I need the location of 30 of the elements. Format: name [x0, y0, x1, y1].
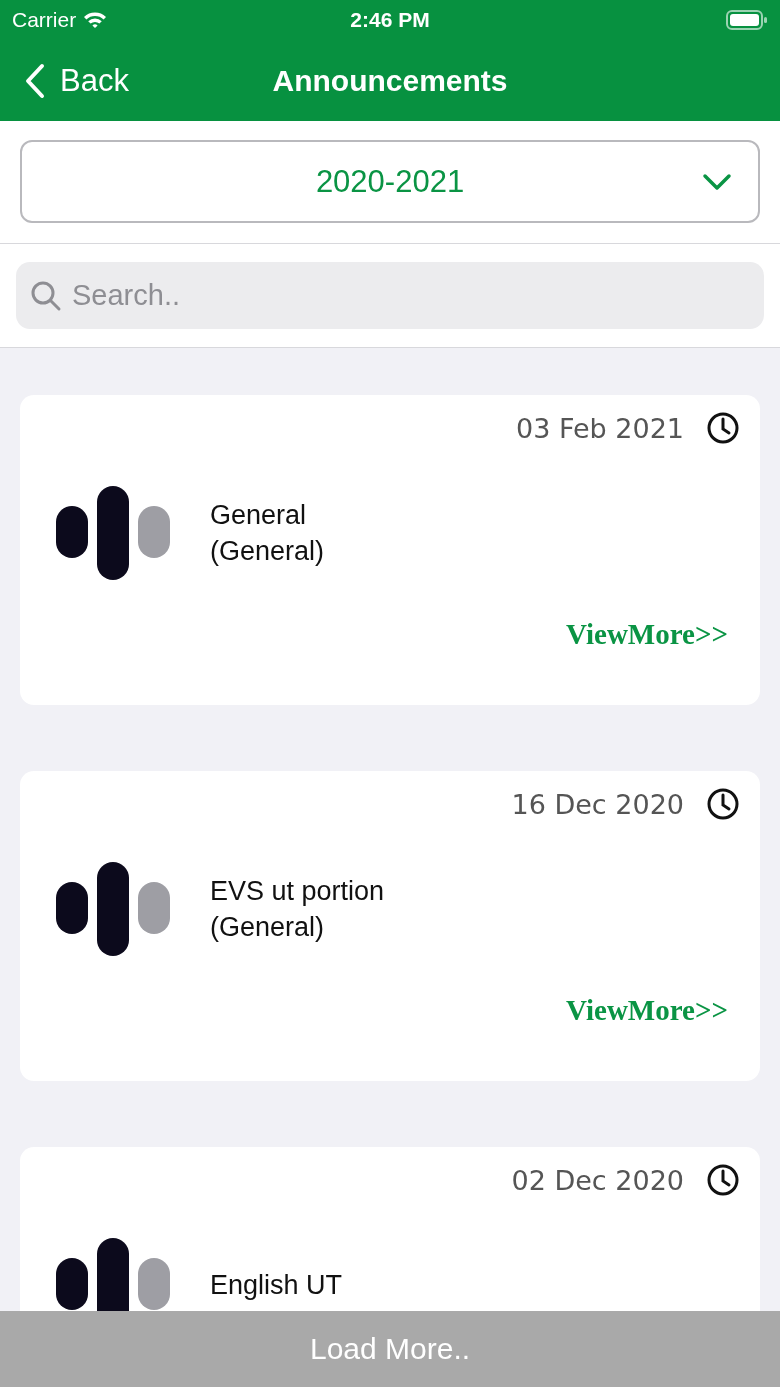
view-more-link[interactable]: ViewMore>> [566, 994, 728, 1027]
announcement-title: EVS ut portion [210, 875, 385, 908]
announcement-category: (General) [210, 911, 326, 944]
audio-bars-icon [56, 1238, 172, 1311]
screen-title: Announcements [272, 63, 508, 98]
search-field[interactable]: Search.. [16, 262, 764, 329]
chevron-down-icon [702, 173, 732, 191]
view-more-link[interactable]: ViewMore>> [566, 618, 728, 651]
announcement-title: General [210, 499, 308, 532]
announcement-title: English UT [210, 1269, 343, 1302]
clock-icon [706, 1163, 740, 1197]
clock-icon [706, 787, 740, 821]
search-icon [30, 280, 62, 312]
carrier-label: Carrier [12, 8, 77, 32]
date-label: 16 Dec 2020 [511, 788, 684, 820]
audio-bars-icon [56, 862, 172, 956]
audio-bars-icon [56, 486, 172, 580]
announcement-card[interactable]: 02 Dec 2020 English UT [20, 1147, 760, 1311]
announcement-card[interactable]: 16 Dec 2020 EVS ut portion (General) ViewMore>> [20, 771, 760, 1081]
year-dropdown[interactable]: 2020-2021 [20, 140, 760, 223]
back-button[interactable]: Back [0, 62, 129, 99]
announcement-card[interactable]: 03 Feb 2021 General (General) ViewMore>> [20, 395, 760, 705]
date-label: 03 Feb 2021 [515, 412, 684, 444]
clock-time: 2:46 PM [350, 8, 430, 32]
date-label: 02 Dec 2020 [511, 1164, 684, 1196]
clock-icon [706, 411, 740, 445]
battery-icon [726, 9, 768, 31]
announcement-category: (General) [210, 535, 325, 568]
load-more-button[interactable]: Load More.. [0, 1311, 780, 1387]
chevron-left-icon [24, 62, 46, 99]
